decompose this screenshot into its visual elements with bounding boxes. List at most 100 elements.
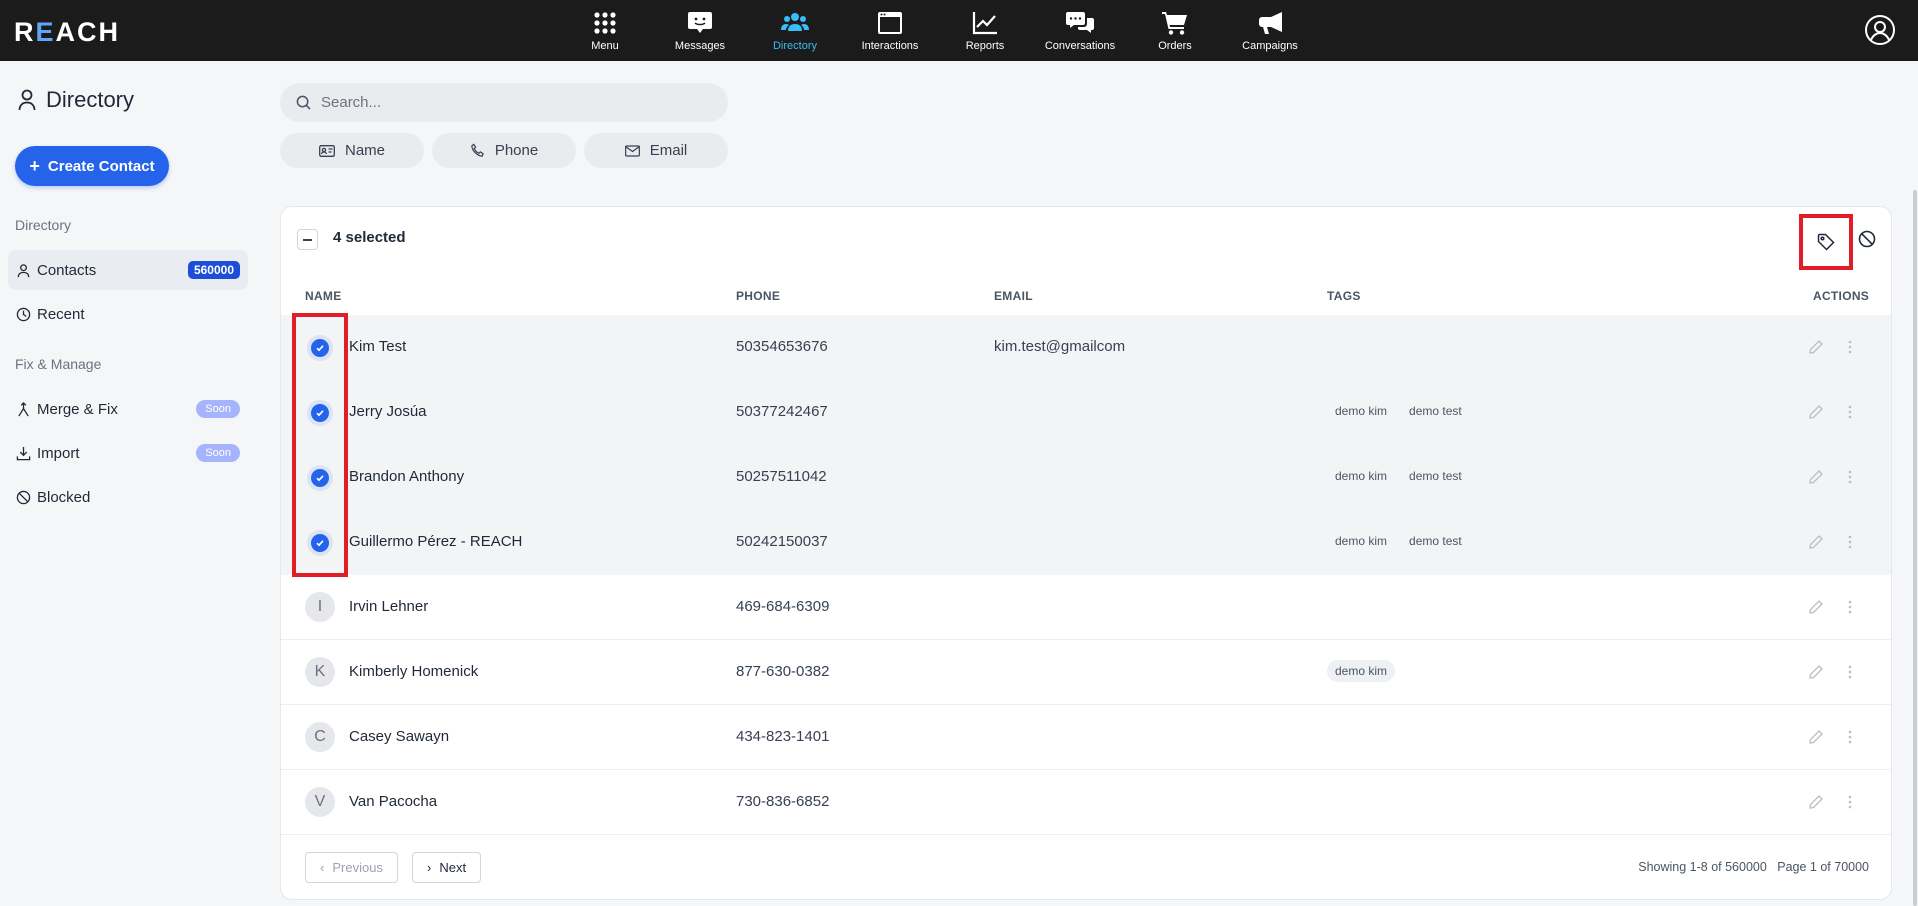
tag-chip[interactable]: demo test (1401, 400, 1470, 422)
filter-label: Phone (494, 142, 539, 159)
contact-name[interactable]: Jerry Josúa (349, 403, 427, 420)
contact-name[interactable]: Kim Test (349, 338, 406, 355)
block-selected-icon[interactable] (1857, 229, 1877, 249)
more-vertical-icon[interactable] (1847, 664, 1853, 680)
nav-item-conversations[interactable]: Conversations (1030, 0, 1130, 61)
more-vertical-icon[interactable] (1847, 729, 1853, 745)
account-icon[interactable] (1864, 14, 1896, 46)
nav-item-orders[interactable]: Orders (1125, 0, 1225, 61)
avatar[interactable]: C (305, 722, 335, 752)
pencil-icon[interactable] (1808, 404, 1824, 420)
more-vertical-icon[interactable] (1847, 794, 1853, 810)
tag-selected-button[interactable] (1799, 214, 1853, 270)
filter-name-button[interactable]: Name (280, 133, 424, 168)
nav-item-reports[interactable]: Reports (935, 0, 1035, 61)
more-vertical-icon[interactable] (1847, 534, 1853, 550)
search-input[interactable] (321, 94, 701, 111)
contact-name[interactable]: Guillermo Pérez - REACH (349, 533, 522, 550)
table-row[interactable]: Jerry Josúa 50377242467 demo kim demo test (281, 380, 1891, 445)
nav-item-interactions[interactable]: Interactions (840, 0, 940, 61)
showing-range: Showing 1-8 of 560000 (1638, 860, 1767, 874)
phone-icon (471, 143, 484, 157)
nav-item-label: Conversations (1044, 40, 1116, 52)
tag-chip[interactable]: demo kim (1327, 530, 1395, 552)
tag-chip[interactable]: demo kim (1327, 660, 1396, 682)
table-row[interactable]: Brandon Anthony 50257511042 demo kim demo t… (281, 445, 1891, 510)
pencil-icon[interactable] (1808, 794, 1824, 810)
table-row[interactable]: V Van Pacocha 730-836-6852 (281, 770, 1891, 835)
pencil-icon[interactable] (1808, 664, 1824, 680)
more-vertical-icon[interactable] (1847, 404, 1853, 420)
pencil-icon[interactable] (1808, 469, 1824, 485)
contact-name[interactable]: Van Pacocha (349, 793, 437, 810)
nav-item-directory[interactable]: Directory (745, 0, 845, 61)
previous-page-button[interactable]: ‹ Previous (305, 852, 398, 883)
sidebar-item-import[interactable]: Import Soon (8, 433, 248, 473)
tag-chip[interactable]: demo test (1401, 465, 1470, 487)
chat-icon (1030, 10, 1130, 36)
sidebar-item-label: Contacts (37, 261, 97, 279)
more-vertical-icon[interactable] (1847, 339, 1853, 355)
filter-label: Name (344, 142, 385, 159)
pencil-icon[interactable] (1808, 534, 1824, 550)
contact-phone: 730-836-6852 (736, 793, 830, 810)
avatar[interactable]: I (305, 592, 335, 622)
nav-item-menu[interactable]: Menu (555, 0, 655, 61)
search-box[interactable] (280, 83, 728, 122)
contact-name[interactable]: Irvin Lehner (349, 598, 428, 615)
sidebar-item-blocked[interactable]: Blocked (8, 477, 248, 517)
chart-icon (935, 10, 1035, 36)
page-indicator: Page 1 of 70000 (1777, 860, 1869, 874)
top-navigation-bar: REACH Menu Messages Directory Interactions R… (0, 0, 1918, 61)
table-row[interactable]: Kim Test 50354653676 kim.test@gmailcom (281, 315, 1891, 380)
nav-item-label: Menu (591, 40, 619, 52)
sidebar-item-contacts[interactable]: Contacts 560000 (8, 250, 248, 290)
column-header-phone: PHONE (736, 289, 781, 303)
page-title: Directory (18, 87, 134, 113)
nav-item-messages[interactable]: Messages (650, 0, 750, 61)
grid-icon (555, 10, 655, 36)
selection-highlight-box (292, 313, 348, 577)
sidebar-item-recent[interactable]: Recent (8, 294, 248, 334)
deselect-all-checkbox[interactable] (297, 229, 318, 250)
tag-chip[interactable]: demo kim (1327, 465, 1395, 487)
avatar[interactable]: K (305, 657, 335, 687)
filter-phone-button[interactable]: Phone (432, 133, 576, 168)
filter-email-button[interactable]: Email (584, 133, 728, 168)
tag-list: demo kim demo test (1327, 465, 1470, 487)
avatar[interactable]: V (305, 787, 335, 817)
table-header: NAME PHONE EMAIL TAGS ACTIONS (281, 271, 1891, 315)
sidebar-item-merge-fix[interactable]: Merge & Fix Soon (8, 389, 248, 429)
table-row[interactable]: K Kimberly Homenick 877-630-0382 demo kim (281, 640, 1891, 705)
contact-name[interactable]: Casey Sawayn (349, 728, 449, 745)
contact-phone: 469-684-6309 (736, 598, 830, 615)
tag-chip[interactable]: demo test (1401, 530, 1470, 552)
tag-chip[interactable]: demo kim (1327, 400, 1395, 422)
person-icon (18, 89, 36, 111)
contact-name[interactable]: Kimberly Homenick (349, 663, 478, 680)
person-icon (17, 263, 30, 277)
search-icon (296, 95, 311, 110)
table-row[interactable]: Guillermo Pérez - REACH 50242150037 demo k… (281, 510, 1891, 575)
more-vertical-icon[interactable] (1847, 469, 1853, 485)
contact-phone: 877-630-0382 (736, 663, 830, 680)
pencil-icon[interactable] (1808, 729, 1824, 745)
reach-logo[interactable]: REACH (14, 17, 120, 48)
nav-item-campaigns[interactable]: Campaigns (1220, 0, 1320, 61)
contact-phone: 50377242467 (736, 403, 828, 420)
pencil-icon[interactable] (1808, 339, 1824, 355)
contact-phone: 50257511042 (736, 468, 827, 485)
selected-count: 4 selected (333, 229, 406, 246)
pencil-icon[interactable] (1808, 599, 1824, 615)
table-row[interactable]: C Casey Sawayn 434-823-1401 (281, 705, 1891, 770)
people-icon (745, 10, 845, 36)
more-vertical-icon[interactable] (1847, 599, 1853, 615)
next-page-button[interactable]: › Next (412, 852, 482, 883)
tag-list: demo kim demo test (1327, 400, 1470, 422)
page-scrollbar[interactable] (1913, 190, 1917, 906)
table-row[interactable]: I Irvin Lehner 469-684-6309 (281, 575, 1891, 640)
create-contact-button[interactable]: + Create Contact (15, 146, 169, 186)
contact-name[interactable]: Brandon Anthony (349, 468, 464, 485)
download-icon (16, 446, 31, 460)
create-contact-label: Create Contact (47, 157, 155, 175)
